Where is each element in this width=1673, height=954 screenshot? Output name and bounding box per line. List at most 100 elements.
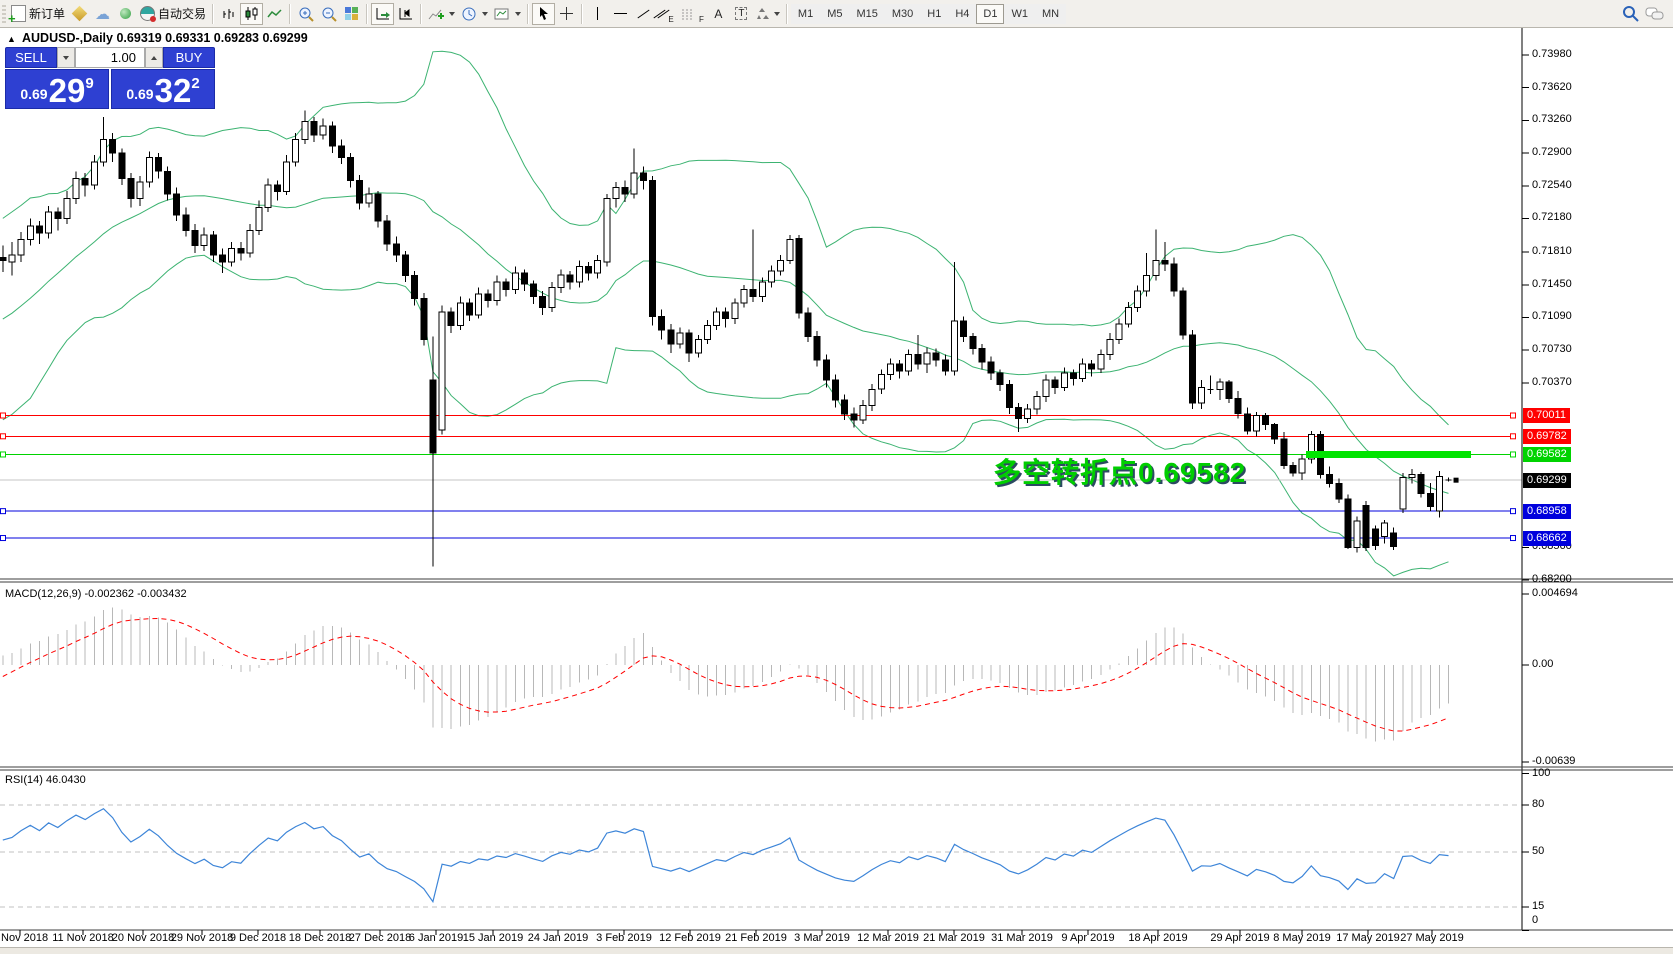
candle-bullish <box>292 139 300 163</box>
text-tool-button[interactable]: A <box>707 3 730 25</box>
candle-bearish <box>960 320 968 338</box>
candle-bullish <box>1143 275 1151 292</box>
candle-bearish <box>1243 413 1251 432</box>
chart-annotation-text[interactable]: 多空转折点0.69582 <box>993 451 1246 491</box>
vertical-line-tool-button[interactable] <box>586 3 609 25</box>
text-label-icon: T <box>735 7 748 20</box>
fibonacci-tool-button[interactable]: F <box>678 3 707 25</box>
candle-bearish <box>932 352 940 361</box>
line-handle-icon[interactable] <box>0 433 6 440</box>
zoom-in-icon <box>299 7 314 22</box>
volume-increase-button[interactable] <box>145 47 163 68</box>
bar-chart-button[interactable] <box>217 3 240 25</box>
candle-bullish <box>886 363 894 376</box>
volume-decrease-button[interactable] <box>57 47 75 68</box>
buy-price-point: 2 <box>191 75 200 92</box>
line-handle-icon[interactable] <box>0 535 6 542</box>
channel-tool-button[interactable]: E <box>653 3 678 25</box>
timeframe-button-m30[interactable]: M30 <box>884 3 921 24</box>
candle-bearish <box>530 283 538 298</box>
candle-bearish <box>804 312 812 338</box>
crosshair-tool-button[interactable] <box>555 3 578 25</box>
candle-bearish <box>1170 263 1178 292</box>
text-label-tool-button[interactable]: T <box>730 3 753 25</box>
candle-bullish <box>145 157 153 183</box>
candle-bearish <box>813 336 821 361</box>
candle-bullish <box>731 302 739 319</box>
candlestick-chart-button[interactable] <box>240 2 264 25</box>
volume-input[interactable]: 1.00 <box>75 47 145 68</box>
candle-bearish <box>347 157 355 181</box>
timeframe-button-mn[interactable]: MN <box>1034 3 1067 24</box>
timeframe-button-w1[interactable]: W1 <box>1004 3 1035 24</box>
timeframe-button-m1[interactable]: M1 <box>790 3 821 24</box>
timeframe-button-h4[interactable]: H4 <box>948 3 977 24</box>
chart-canvas[interactable] <box>0 0 1673 954</box>
periods-button[interactable] <box>458 3 491 25</box>
line-handle-icon[interactable] <box>0 508 6 515</box>
candle-bearish <box>1188 334 1196 404</box>
highlight-trendline-segment[interactable] <box>1306 451 1471 458</box>
candle-bearish <box>310 120 318 136</box>
line-handle-icon[interactable] <box>0 451 6 458</box>
timeframe-toolbar: M1 M5 M15 M30 H1 H4 D1 W1 MN <box>790 3 1067 24</box>
horizontal-line-tool-button[interactable] <box>609 3 632 25</box>
candle-bearish <box>1271 424 1279 440</box>
line-handle-icon[interactable] <box>1510 433 1516 440</box>
templates-button[interactable] <box>491 3 524 25</box>
candle-bullish <box>950 320 958 372</box>
new-order-label: 新订单 <box>29 7 66 21</box>
chart-shift-button[interactable] <box>394 3 417 25</box>
candle-bearish <box>1344 498 1352 548</box>
chat-button[interactable] <box>1642 3 1667 25</box>
buy-button[interactable]: BUY <box>163 47 215 68</box>
line-handle-icon[interactable] <box>1510 412 1516 419</box>
news-button[interactable] <box>114 3 137 25</box>
indicators-button[interactable] <box>425 3 458 25</box>
market-watch-button[interactable]: ☁ <box>91 3 114 25</box>
timeframe-button-h1[interactable]: H1 <box>920 3 949 24</box>
bar-chart-icon <box>223 8 234 19</box>
shapes-tool-button[interactable] <box>753 3 783 25</box>
candle-bullish <box>1298 458 1306 474</box>
timeframe-button-d1[interactable]: D1 <box>976 3 1005 24</box>
tile-windows-button[interactable] <box>340 3 363 25</box>
timeframe-button-m15[interactable]: M15 <box>849 3 885 24</box>
candle-bearish <box>1335 483 1343 500</box>
candle-bearish <box>584 266 592 274</box>
auto-scroll-button[interactable] <box>371 2 395 25</box>
tile-windows-icon <box>345 7 359 20</box>
candle-bullish <box>45 211 53 234</box>
timeframe-button-m5[interactable]: M5 <box>820 3 850 24</box>
candle-bearish <box>621 187 629 195</box>
sell-price-point: 9 <box>85 75 94 92</box>
metaeditor-button[interactable] <box>68 3 91 25</box>
sell-price-button[interactable]: 0.69 29 9 <box>5 69 109 109</box>
line-handle-icon[interactable] <box>1510 508 1516 515</box>
candle-bullish <box>713 311 721 327</box>
candle-bullish <box>905 354 913 372</box>
zoom-out-button[interactable] <box>317 3 340 25</box>
zoom-in-button[interactable] <box>294 3 317 25</box>
buy-price-button[interactable]: 0.69 32 2 <box>111 69 215 109</box>
line-handle-icon[interactable] <box>0 412 6 419</box>
dropdown-caret-icon <box>449 11 456 16</box>
search-button[interactable] <box>1619 3 1642 25</box>
candle-bearish <box>502 281 510 290</box>
candle-bullish <box>1115 323 1123 340</box>
auto-trading-icon <box>140 6 157 22</box>
sell-price-prefix: 0.69 <box>20 86 48 102</box>
candle-bullish <box>603 198 611 263</box>
trendline-tool-button[interactable] <box>632 3 655 25</box>
collapse-panel-icon[interactable]: ▲ <box>7 34 16 44</box>
line-handle-icon[interactable] <box>1510 535 1516 542</box>
line-handle-icon[interactable] <box>1510 451 1516 458</box>
line-chart-button[interactable] <box>263 3 286 25</box>
new-order-button[interactable]: 新订单 <box>8 3 68 26</box>
dropdown-caret-icon <box>773 11 780 16</box>
auto-trading-button[interactable]: 自动交易 <box>137 3 209 25</box>
cursor-tool-button[interactable] <box>532 2 556 25</box>
candle-bullish <box>1198 386 1205 404</box>
toolbar-separator <box>420 3 423 24</box>
sell-button[interactable]: SELL <box>5 47 57 68</box>
